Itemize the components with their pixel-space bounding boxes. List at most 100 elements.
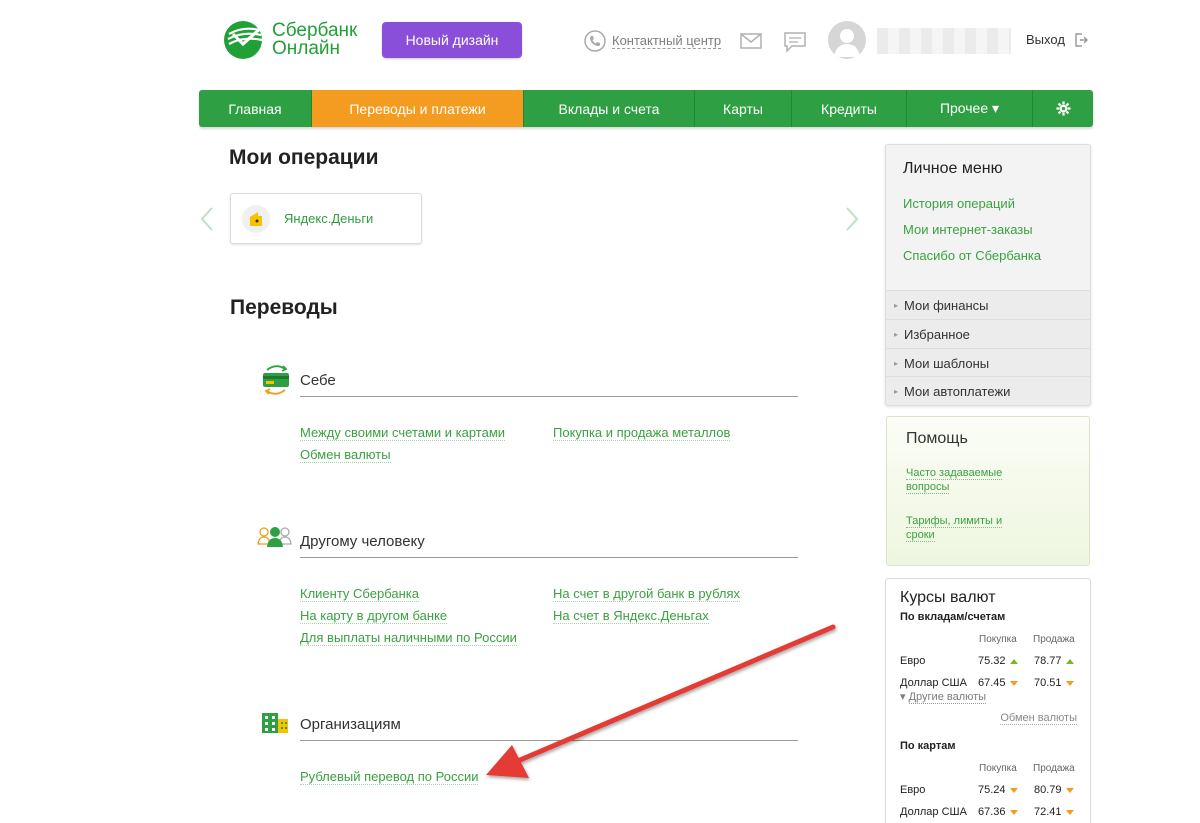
caret-down-icon: ▾ [900, 691, 906, 703]
mail-icon[interactable] [740, 33, 762, 49]
link-tariffs[interactable]: Тарифы, лимиты и сроки [906, 514, 1003, 542]
triangle-right-icon: ▸ [894, 358, 899, 368]
triangle-right-icon: ▸ [894, 300, 899, 310]
nav-transfers-payments[interactable]: Переводы и платежи [312, 90, 524, 127]
exchange-rates-panel: Курсы валют По вкладам/счетам Покупка Пр… [885, 578, 1091, 823]
link-sberbank-client[interactable]: Клиенту Сбербанка [300, 586, 419, 602]
rates-cards-title: По картам [900, 740, 956, 752]
faq-line-2: вопросы [906, 481, 950, 494]
phone-icon [584, 30, 606, 52]
chat-icon[interactable] [783, 31, 807, 53]
carousel-next-icon[interactable] [845, 207, 859, 231]
organization-icon [262, 713, 288, 733]
faq-line-1: Часто задаваемые [906, 467, 1003, 480]
logout-label: Выход [1026, 32, 1065, 47]
section-self: Себе [300, 372, 798, 397]
triangle-right-icon: ▸ [894, 386, 899, 396]
user-icon [834, 29, 860, 57]
new-design-button[interactable]: Новый дизайн [382, 22, 522, 58]
rates-title: Курсы валют [900, 589, 996, 606]
col-sell: Продажа [1033, 634, 1075, 645]
col-buy: Покупка [979, 634, 1017, 645]
section-organizations: Организациям [300, 716, 798, 741]
rate-sell: 70.51 [1034, 677, 1062, 689]
carousel-prev-icon[interactable] [200, 207, 214, 231]
arrow-down-icon [1066, 788, 1074, 793]
help-panel: Помощь Часто задаваемые вопросы Тарифы, … [886, 416, 1090, 566]
link-spasibo[interactable]: Спасибо от Сбербанка [903, 248, 1041, 263]
rate-sell: 72.41 [1034, 806, 1062, 818]
link-operations-history[interactable]: История операций [903, 196, 1015, 211]
menu-row-my-finances[interactable]: ▸ Мои финансы [886, 290, 1090, 319]
link-between-own-accounts[interactable]: Между своими счетами и картами [300, 425, 506, 441]
nav-cards[interactable]: Карты [695, 90, 792, 127]
rate-name: Евро [900, 655, 926, 667]
rate-name: Доллар США [900, 806, 967, 818]
personal-menu-title: Личное меню [903, 160, 1003, 177]
tariffs-line-2: сроки [906, 529, 935, 542]
rate-name: Евро [900, 784, 926, 796]
col-buy: Покупка [979, 763, 1017, 774]
nav-main[interactable]: Главная [199, 90, 312, 127]
personal-menu: Личное меню История операций Мои интерне… [885, 144, 1091, 406]
arrow-down-icon [1010, 681, 1018, 686]
col-sell: Продажа [1033, 763, 1075, 774]
username-blurred [877, 28, 1011, 54]
logout-link[interactable]: Выход [1026, 32, 1088, 47]
link-card-other-bank[interactable]: На карту в другом банке [300, 608, 448, 624]
people-transfer-icon [257, 527, 292, 547]
main-nav: Главная Переводы и платежи Вклады и счет… [199, 90, 1093, 127]
nav-credits[interactable]: Кредиты [792, 90, 907, 127]
rate-sell: 80.79 [1034, 784, 1062, 796]
menu-row-label: Мои шаблоны [904, 355, 990, 371]
other-currencies-label: Другие валюты [908, 691, 987, 704]
brand-line-2: Онлайн [272, 38, 341, 59]
menu-row-autopayments[interactable]: ▸ Мои автоплатежи [886, 376, 1090, 405]
arrow-up-icon [1066, 659, 1074, 664]
contact-center-link[interactable]: Контактный центр [584, 30, 722, 52]
my-operations-title: Мои операции [229, 146, 379, 169]
link-yandex-money-account[interactable]: На счет в Яндекс.Деньгах [553, 608, 709, 624]
arrow-up-icon [1010, 659, 1018, 664]
triangle-right-icon: ▸ [894, 329, 899, 339]
link-cash-payout-russia[interactable]: Для выплаты наличными по России [300, 630, 517, 646]
arrow-down-icon [1066, 681, 1074, 686]
link-faq[interactable]: Часто задаваемые вопросы [906, 466, 1003, 494]
rates-deposits-title: По вкладам/счетам [900, 611, 1006, 623]
sberbank-logo[interactable]: Сбербанк Онлайн [223, 20, 357, 60]
operation-card-label: Яндекс.Деньги [284, 211, 374, 226]
link-currency-exchange[interactable]: Обмен валюты [300, 447, 391, 463]
rate-buy: 75.32 [978, 655, 1006, 667]
self-transfer-icon [263, 365, 289, 395]
link-internet-orders[interactable]: Мои интернет-заказы [903, 222, 1033, 237]
nav-deposits-accounts[interactable]: Вклады и счета [524, 90, 695, 127]
nav-settings[interactable] [1033, 90, 1093, 127]
arrow-down-icon [1066, 810, 1074, 815]
sberbank-logo-icon [224, 21, 265, 59]
nav-other[interactable]: Прочее ▾ [907, 90, 1033, 127]
rate-sell: 78.77 [1034, 655, 1062, 667]
arrow-down-icon [1010, 788, 1018, 793]
menu-row-templates[interactable]: ▸ Мои шаблоны [886, 348, 1090, 377]
menu-row-label: Мои автоплатежи [904, 383, 1011, 399]
link-ruble-transfer-russia[interactable]: Рублевый перевод по России [300, 769, 479, 785]
menu-row-label: Мои финансы [904, 297, 989, 313]
menu-row-favorites[interactable]: ▸ Избранное [886, 319, 1090, 348]
rate-buy: 67.36 [978, 806, 1006, 818]
gear-icon [1055, 101, 1071, 116]
arrow-down-icon [1010, 810, 1018, 815]
operation-card-yandex-money[interactable]: Яндекс.Деньги [230, 193, 422, 244]
link-account-other-bank-rub[interactable]: На счет в другой банк в рублях [553, 586, 741, 602]
rate-buy: 75.24 [978, 784, 1006, 796]
avatar[interactable] [828, 21, 866, 59]
section-another-person: Другому человеку [300, 533, 798, 558]
yandex-money-icon [242, 204, 270, 233]
other-currencies-toggle[interactable]: ▾ Другие валюты [900, 690, 987, 704]
rate-name: Доллар США [900, 677, 967, 689]
contact-center-label: Контактный центр [612, 32, 722, 49]
help-title: Помощь [906, 430, 968, 447]
rate-buy: 67.45 [978, 677, 1006, 689]
transfers-title: Переводы [230, 296, 338, 319]
currency-exchange-link[interactable]: Обмен валюты [1000, 712, 1077, 725]
link-metals[interactable]: Покупка и продажа металлов [553, 425, 731, 441]
